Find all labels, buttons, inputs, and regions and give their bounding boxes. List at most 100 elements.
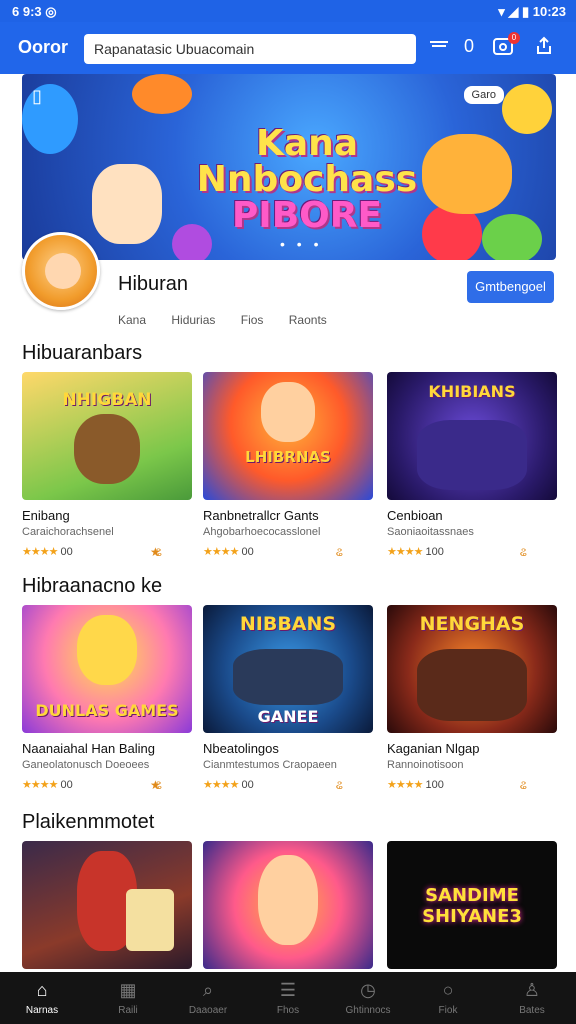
rating-count: 00 xyxy=(241,546,254,558)
game-title: Kaganian Nlgap xyxy=(387,741,480,756)
status-left: 6 9:3 ◎ xyxy=(12,4,57,19)
bunny-character xyxy=(77,615,137,685)
game-card[interactable]: NHIGBAN Enibang Caraichorachsenel ★★★★ 0… xyxy=(22,372,192,559)
search-input[interactable]: Rapanatasic Ubuacomain xyxy=(84,34,416,64)
warriors-art xyxy=(233,649,343,705)
hero-banner[interactable]: ▯ Kana Nnbochass PIBORE Garo • • • xyxy=(22,74,556,260)
profile-tab[interactable]: Hidurias xyxy=(171,313,215,327)
notification-count[interactable]: 0 xyxy=(464,36,474,57)
game-thumbnail: NHIGBAN xyxy=(22,372,192,500)
game-title: Naanaiahal Han Baling xyxy=(22,741,155,756)
character-art xyxy=(92,164,162,244)
thumbnail-art-text: SANDIME SHIYANE3 xyxy=(422,885,522,927)
nav-item-home[interactable]: ⌂ Narnas xyxy=(2,972,82,1024)
share-icon[interactable] xyxy=(534,36,554,62)
game-thumbnail: SANDIME SHIYANE3 xyxy=(387,841,557,969)
game-card[interactable]: NIBBANS GANEE Nbeatolingos Cianmtestumos… xyxy=(203,605,373,792)
hero-character xyxy=(261,382,315,442)
profile-tab[interactable]: Fios xyxy=(241,313,264,327)
nav-item-list[interactable]: ☰ Fhos xyxy=(248,972,328,1024)
home-icon: ⌂ xyxy=(36,980,48,1000)
game-subtitle: Cianmtestumos Craopaeen xyxy=(203,759,337,771)
carousel-dots[interactable]: • • • xyxy=(280,236,322,252)
game-thumbnail: NIBBANS GANEE xyxy=(203,605,373,733)
tag-icon: ଌ xyxy=(335,778,343,792)
profile-tab[interactable]: Raonts xyxy=(289,313,327,327)
game-title: Enibang xyxy=(22,508,70,523)
thumbnail-art-text: NHIGBAN xyxy=(62,390,152,410)
status-bar: 6 9:3 ◎ ▾ ◢ ▮ 10:23 xyxy=(0,0,576,22)
section-title: Hibraanacno ke xyxy=(22,575,163,597)
avatar[interactable] xyxy=(22,232,100,310)
card-art xyxy=(126,889,174,951)
app-header: Ooror Rapanatasic Ubuacomain 0 0 xyxy=(0,22,576,74)
thumbnail-art-text: LHIBRNAS xyxy=(245,448,331,466)
nav-label: Fhos xyxy=(276,1005,300,1016)
character-art xyxy=(422,134,512,214)
game-card[interactable] xyxy=(203,841,373,969)
cast-icon[interactable] xyxy=(428,36,450,60)
app-logo[interactable]: Ooror xyxy=(18,37,68,58)
rating-stars: ★★★★ xyxy=(203,779,239,791)
game-subtitle: Saoniaoitassnaes xyxy=(387,526,474,538)
game-thumbnail: KHIBIANS xyxy=(387,372,557,500)
game-card[interactable]: SANDIME SHIYANE3 xyxy=(387,841,557,969)
game-thumbnail: DUNLAS GAMES xyxy=(22,605,192,733)
hero-chip[interactable]: Garo xyxy=(463,86,504,104)
game-card[interactable]: KHIBIANS Cenbioan Saoniaoitassnaes ★★★★ … xyxy=(387,372,557,559)
avatar-face xyxy=(45,253,81,289)
chat-icon: ○ xyxy=(442,980,454,1000)
tag-icon: ଌ xyxy=(519,778,527,792)
warriors-art xyxy=(417,420,527,490)
game-card[interactable]: DUNLAS GAMES Naanaiahal Han Baling Ganeo… xyxy=(22,605,192,792)
nav-label: Fiok xyxy=(438,1005,458,1016)
nav-label: Raili xyxy=(118,1005,138,1016)
rating-count: 00 xyxy=(241,779,254,791)
balloon-icon xyxy=(132,74,192,114)
menu-icon[interactable]: ▯ xyxy=(32,86,42,107)
store-icon: ▦ xyxy=(119,980,137,1000)
thumbnail-art-text: DUNLAS GAMES xyxy=(35,701,179,720)
tag-icon: ଌ xyxy=(335,545,343,559)
hero-title: Kana Nnbochass PIBORE xyxy=(192,126,422,234)
balloon-icon xyxy=(482,214,542,260)
fox-character xyxy=(258,855,318,945)
section-title: Hibuaranbars xyxy=(22,342,143,364)
balloon-icon xyxy=(502,84,552,134)
game-card[interactable] xyxy=(22,841,192,969)
thumbnail-art-text: KHIBIANS xyxy=(428,382,516,401)
game-card[interactable]: NENGHAS Kaganian Nlgap Rannoinotisoon ★★… xyxy=(387,605,557,792)
bottom-nav: ⌂ Narnas ▦ Raili ⌕ Daaoaer ☰ Fhos ◷ Ghti… xyxy=(0,972,576,1024)
nav-item-profile[interactable]: ♙ Bates xyxy=(492,972,572,1024)
nav-item-search[interactable]: ⌕ Daaoaer xyxy=(168,972,248,1024)
game-subtitle: Rannoinotisoon xyxy=(387,759,464,771)
search-icon: ⌕ xyxy=(202,980,214,1000)
nav-label: Ghtinnocs xyxy=(345,1005,391,1016)
game-subtitle: Caraichorachsenel xyxy=(22,526,114,538)
star-icon[interactable]: ★ xyxy=(150,778,162,792)
nav-item-activity[interactable]: ◷ Ghtinnocs xyxy=(328,972,408,1024)
profile-tab[interactable]: Kana xyxy=(118,313,146,327)
game-thumbnail: NENGHAS xyxy=(387,605,557,733)
star-icon[interactable]: ★ xyxy=(150,545,162,559)
rating-count: 00 xyxy=(60,779,73,791)
game-thumbnail xyxy=(203,841,373,969)
inbox-icon[interactable]: 0 xyxy=(492,32,520,62)
game-subtitle: Ganeolatonusch Doeoees xyxy=(22,759,150,771)
game-card[interactable]: LHIBRNAS Ranbnetrallcr Gants Ahgobarhoec… xyxy=(203,372,373,559)
rating-stars: ★★★★ xyxy=(22,779,58,791)
profile-icon: ♙ xyxy=(523,980,541,1000)
rating-stars: ★★★★ xyxy=(387,546,423,558)
hero-title-line: PIBORE xyxy=(231,195,383,236)
thumbnail-art-text: GANEE xyxy=(257,707,319,726)
clock-icon: ◷ xyxy=(360,980,376,1000)
thumbnail-art-text: NENGHAS xyxy=(419,613,525,635)
bear-character xyxy=(74,414,140,484)
nav-item-store[interactable]: ▦ Raili xyxy=(88,972,168,1024)
nav-label: Daaoaer xyxy=(188,1005,228,1016)
status-right: ▾ ◢ ▮ 10:23 xyxy=(498,4,566,19)
primary-button[interactable]: Gmtbengoel xyxy=(467,271,554,303)
game-subtitle: Ahgobarhoecocasslonel xyxy=(203,526,321,538)
tag-icon: ଌ xyxy=(519,545,527,559)
nav-item-chat[interactable]: ○ Fiok xyxy=(408,972,488,1024)
